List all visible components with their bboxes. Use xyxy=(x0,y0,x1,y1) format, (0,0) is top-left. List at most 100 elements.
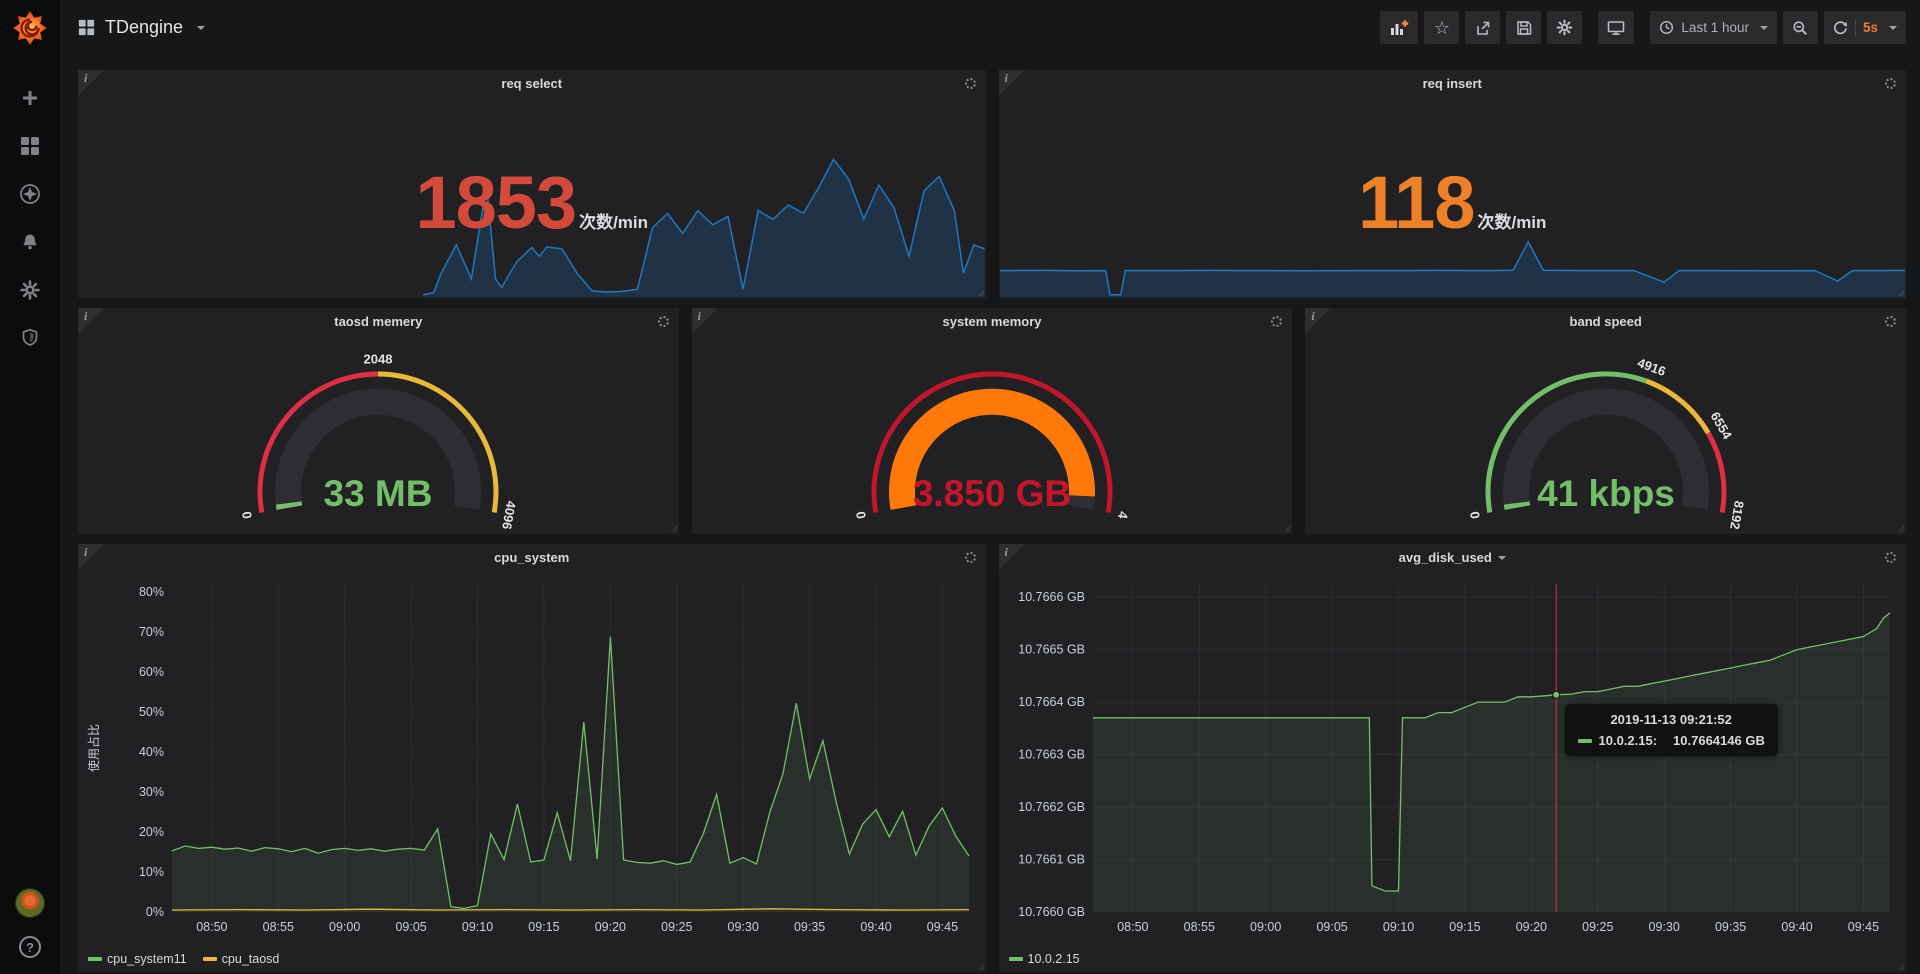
legend-series-dash xyxy=(88,957,102,961)
share-dashboard-button[interactable] xyxy=(1465,11,1500,44)
panel-resize-handle[interactable] xyxy=(1896,524,1904,532)
refresh-interval-label: 5s xyxy=(1863,20,1878,35)
svg-text:10%: 10% xyxy=(139,865,164,879)
clock-icon xyxy=(1659,20,1674,35)
graph-tooltip: 2019-11-13 09:21:52 10.0.2.15: 10.766414… xyxy=(1565,704,1778,756)
user-avatar[interactable] xyxy=(15,888,45,918)
chevron-down-icon xyxy=(1760,26,1768,30)
panel-title[interactable]: taosd memery xyxy=(78,308,679,335)
dashboards-icon[interactable] xyxy=(19,135,41,157)
svg-text:09:35: 09:35 xyxy=(1714,920,1745,934)
settings-button[interactable] xyxy=(1547,11,1582,44)
svg-text:09:05: 09:05 xyxy=(395,920,426,934)
panel-resize-handle[interactable] xyxy=(976,962,984,970)
svg-text:40%: 40% xyxy=(139,745,164,759)
panel-menu-caret-icon xyxy=(1498,556,1506,560)
svg-text:09:15: 09:15 xyxy=(528,920,559,934)
add-panel-icon xyxy=(1389,20,1409,36)
panel-avg-disk-used: i avg_disk_used 10.7660 GB10.7661 GB10.7… xyxy=(999,544,1907,972)
dashboard: i req select 1853 次数/min i req insert 11… xyxy=(60,55,1920,974)
configuration-gear-icon[interactable] xyxy=(19,279,41,301)
admin-shield-icon[interactable] xyxy=(19,327,41,349)
svg-text:8192: 8192 xyxy=(1727,500,1747,531)
svg-text:3.850 GB: 3.850 GB xyxy=(913,473,1071,514)
panel-resize-handle[interactable] xyxy=(1282,524,1290,532)
share-icon xyxy=(1474,20,1491,36)
svg-text:50%: 50% xyxy=(139,705,164,719)
navbar: TDengine ☆ xyxy=(60,0,1920,55)
svg-text:08:50: 08:50 xyxy=(1117,920,1148,934)
save-icon xyxy=(1516,20,1532,36)
legend-item[interactable]: cpu_taosd xyxy=(203,952,280,966)
stat-suffix: 次数/min xyxy=(1477,208,1546,233)
tv-mode-button[interactable] xyxy=(1598,11,1634,44)
svg-text:09:40: 09:40 xyxy=(1781,920,1812,934)
time-range-picker[interactable]: Last 1 hour xyxy=(1650,11,1777,44)
svg-text:10.7662 GB: 10.7662 GB xyxy=(1018,800,1085,814)
svg-text:08:55: 08:55 xyxy=(263,920,294,934)
tooltip-series-value: 10.7664146 GB xyxy=(1673,733,1765,748)
panel-resize-handle[interactable] xyxy=(669,524,677,532)
svg-text:09:30: 09:30 xyxy=(1648,920,1679,934)
panel-title[interactable]: req insert xyxy=(999,70,1907,97)
svg-text:4096: 4096 xyxy=(499,500,519,531)
divider xyxy=(1855,19,1856,37)
explore-compass-icon[interactable] xyxy=(19,183,41,205)
legend-series-label: cpu_system11 xyxy=(107,952,187,966)
svg-text:09:30: 09:30 xyxy=(728,920,759,934)
legend-item[interactable]: cpu_system11 xyxy=(88,952,187,966)
panel-resize-handle[interactable] xyxy=(1896,962,1904,970)
svg-text:08:55: 08:55 xyxy=(1183,920,1214,934)
svg-text:08:50: 08:50 xyxy=(196,920,227,934)
tooltip-series-name: 10.0.2.15: xyxy=(1599,733,1658,748)
add-panel-button[interactable] xyxy=(1380,11,1418,44)
cpu-system-graph: 0%10%20%30%40%50%60%70%80%08:5008:5509:0… xyxy=(84,572,979,942)
panel-loading-spinner xyxy=(658,316,669,327)
panel-title[interactable]: system memory xyxy=(692,308,1293,335)
panel-title[interactable]: band speed xyxy=(1305,308,1906,335)
zoom-out-button[interactable] xyxy=(1783,11,1818,44)
svg-text:09:10: 09:10 xyxy=(462,920,493,934)
panel-system-memory: i system memory 043.850 GB xyxy=(692,308,1293,534)
singlestat-value: 118 次数/min xyxy=(999,166,1907,240)
svg-text:使用占比: 使用占比 xyxy=(86,724,101,772)
graph-legend: 10.0.2.15 xyxy=(1009,952,1080,966)
svg-text:10.7663 GB: 10.7663 GB xyxy=(1018,748,1085,762)
refresh-picker[interactable]: 5s xyxy=(1824,11,1906,44)
svg-text:09:20: 09:20 xyxy=(1515,920,1546,934)
svg-text:0: 0 xyxy=(853,510,869,520)
svg-text:09:10: 09:10 xyxy=(1382,920,1413,934)
svg-text:60%: 60% xyxy=(139,665,164,679)
help-icon[interactable]: ? xyxy=(19,936,41,958)
add-icon[interactable] xyxy=(19,87,41,109)
alerting-bell-icon[interactable] xyxy=(19,231,41,253)
panel-title[interactable]: cpu_system xyxy=(78,544,986,571)
band-speed-gauge: 049166554819241 kbps xyxy=(1305,336,1906,534)
svg-text:41 kbps: 41 kbps xyxy=(1537,473,1675,514)
svg-text:09:15: 09:15 xyxy=(1449,920,1480,934)
time-range-label: Last 1 hour xyxy=(1681,20,1749,35)
svg-text:0%: 0% xyxy=(146,905,164,919)
svg-text:09:20: 09:20 xyxy=(595,920,626,934)
panel-title[interactable]: avg_disk_used xyxy=(999,544,1907,571)
svg-text:10.7660 GB: 10.7660 GB xyxy=(1018,905,1085,919)
star-dashboard-button[interactable]: ☆ xyxy=(1424,11,1459,44)
req-insert-sparkline xyxy=(1000,235,1906,297)
panel-loading-spinner xyxy=(1885,316,1896,327)
svg-text:09:00: 09:00 xyxy=(1250,920,1281,934)
svg-text:09:25: 09:25 xyxy=(1582,920,1613,934)
legend-series-dash xyxy=(203,957,217,961)
tooltip-series-dash xyxy=(1578,739,1592,743)
taosd-memery-gauge: 02048409633 MB xyxy=(78,336,679,534)
stat-number: 118 xyxy=(1358,166,1474,240)
panel-title[interactable]: req select xyxy=(78,70,986,97)
graph-legend: cpu_system11 cpu_taosd xyxy=(88,952,279,966)
legend-item[interactable]: 10.0.2.15 xyxy=(1009,952,1080,966)
save-dashboard-button[interactable] xyxy=(1506,11,1541,44)
monitor-icon xyxy=(1607,20,1625,36)
grafana-logo[interactable] xyxy=(0,0,60,55)
svg-text:0: 0 xyxy=(1467,510,1483,520)
panel-loading-spinner xyxy=(1885,552,1896,563)
panel-band-speed: i band speed 049166554819241 kbps xyxy=(1305,308,1906,534)
dashboard-picker[interactable]: TDengine xyxy=(78,17,205,38)
